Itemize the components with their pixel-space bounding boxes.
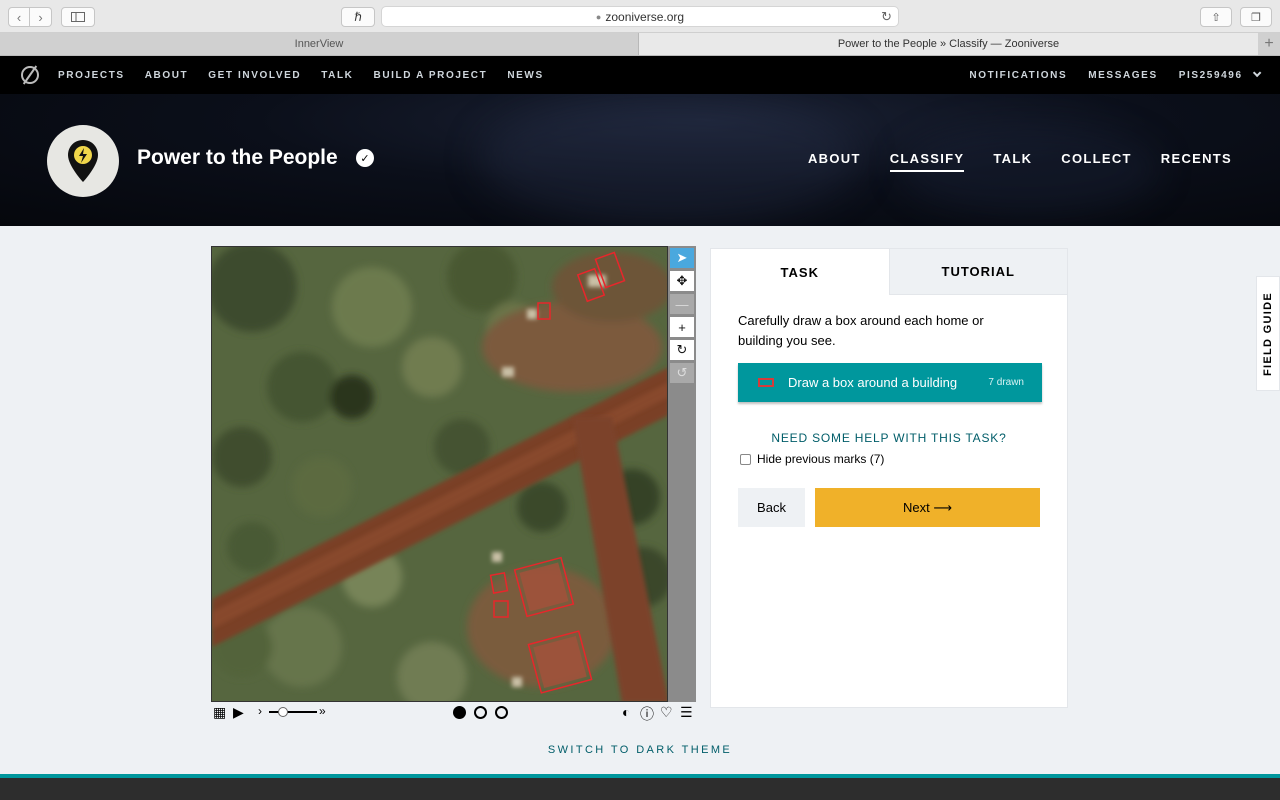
favorite-icon[interactable]: ♡ [660, 704, 673, 721]
pointer-icon[interactable]: ➤ [670, 248, 694, 268]
user-menu[interactable]: PIS259496 [1178, 68, 1262, 81]
tab-strip: InnerView Power to the People » Classify… [0, 33, 1280, 56]
url-text: zooniverse.org [605, 9, 685, 24]
project-nav-about[interactable]: ABOUT [808, 151, 861, 172]
speed-slider-handle[interactable] [278, 707, 288, 717]
zooniverse-logo-icon[interactable] [21, 66, 39, 84]
rotate-icon[interactable]: ↻ [670, 340, 694, 360]
draw-box-tool-button[interactable]: Draw a box around a building 7 drawn [738, 363, 1042, 402]
play-icon[interactable]: ▶ [233, 704, 244, 721]
grid-icon[interactable]: ▦ [213, 704, 226, 721]
zoom-in-icon[interactable]: + [670, 317, 694, 337]
info-icon[interactable]: ⓘ [640, 704, 654, 724]
subject-image[interactable] [211, 246, 668, 702]
tool-count: 7 drawn [988, 377, 1024, 388]
nav-notifications[interactable]: NOTIFICATIONS [969, 70, 1067, 81]
project-header: Power to the People ✓ ABOUT CLASSIFY TAL… [0, 94, 1280, 226]
lock-icon: ● [595, 11, 602, 22]
share-icon[interactable]: ⇧ [1200, 7, 1232, 27]
frame-controls: ▦ ▶ › » ◐ ⓘ ♡ ☰ [211, 702, 697, 722]
project-nav-classify[interactable]: CLASSIFY [889, 151, 965, 172]
site-nav: PROJECTS ABOUT GET INVOLVED TALK BUILD A… [0, 56, 1280, 94]
field-guide-label: FIELD GUIDE [1262, 291, 1274, 376]
hide-marks-label: Hide previous marks (7) [757, 452, 885, 466]
tab-tutorial[interactable]: TUTORIAL [888, 249, 1067, 295]
project-nav: ABOUT CLASSIFY TALK COLLECT RECENTS [779, 151, 1232, 172]
sidebar-toggle-icon[interactable] [61, 7, 95, 27]
frame-dot-1[interactable] [453, 706, 466, 719]
browser-toolbar: ‹ › ℏ ● zooniverse.org ↻ ⇧ ❐ [0, 0, 1280, 33]
nav-get-involved[interactable]: GET INVOLVED [208, 70, 301, 81]
nav-about[interactable]: ABOUT [145, 70, 189, 81]
map-pin-icon [68, 140, 98, 182]
task-instruction: Carefully draw a box around each home or… [738, 313, 984, 348]
project-avatar[interactable] [47, 125, 119, 197]
project-title[interactable]: Power to the People [137, 146, 338, 170]
aerial-photo [212, 247, 667, 701]
verified-badge-icon: ✓ [356, 149, 374, 167]
viewer-toolbar: ➤ ✥ — + ↻ ↺ [668, 246, 696, 702]
back-button[interactable]: Back [738, 488, 805, 527]
project-nav-recents[interactable]: RECENTS [1161, 151, 1232, 172]
project-nav-talk[interactable]: TALK [993, 151, 1032, 172]
back-arrow-icon[interactable]: ‹ [8, 7, 30, 27]
switch-theme-link[interactable]: SWITCH TO DARK THEME [0, 744, 1280, 756]
tab-overview-icon[interactable]: ❐ [1240, 7, 1272, 27]
rectangle-tool-icon [758, 378, 774, 387]
help-link[interactable]: NEED SOME HELP WITH THIS TASK? [711, 431, 1067, 445]
speed-slider-track[interactable] [269, 711, 317, 713]
site-footer [0, 774, 1280, 800]
chevron-down-icon [1252, 68, 1262, 77]
address-bar[interactable]: ● zooniverse.org ↻ [381, 6, 899, 27]
tab-task[interactable]: TASK [711, 249, 889, 295]
nav-projects[interactable]: PROJECTS [58, 70, 125, 81]
frame-dot-2[interactable] [474, 706, 487, 719]
hide-marks-toggle[interactable]: Hide previous marks (7) [740, 452, 884, 466]
username: PIS259496 [1178, 69, 1243, 81]
pan-icon[interactable]: ✥ [670, 271, 694, 291]
nav-build-a-project[interactable]: BUILD A PROJECT [374, 70, 488, 81]
reload-icon[interactable]: ↻ [881, 9, 892, 25]
next-button[interactable]: Next ⟶ [815, 488, 1040, 527]
browser-tab-zooniverse[interactable]: Power to the People » Classify — Zoonive… [639, 33, 1258, 55]
nav-talk[interactable]: TALK [321, 70, 353, 81]
reset-icon[interactable]: ↺ [670, 363, 694, 383]
extension-icon[interactable]: ℏ [341, 7, 375, 27]
slow-speed-icon[interactable]: › [258, 704, 262, 718]
forward-arrow-icon[interactable]: › [30, 7, 52, 27]
tool-label: Draw a box around a building [788, 375, 958, 390]
fast-speed-icon[interactable]: » [319, 704, 326, 718]
hide-marks-checkbox[interactable] [740, 453, 751, 465]
new-tab-icon[interactable]: + [1258, 33, 1280, 55]
browser-tab-innerview[interactable]: InnerView [0, 33, 639, 55]
zoom-out-icon[interactable]: — [670, 294, 694, 314]
project-nav-collect[interactable]: COLLECT [1061, 151, 1131, 172]
collections-list-icon[interactable]: ☰ [680, 704, 693, 721]
field-guide-tab[interactable]: FIELD GUIDE [1256, 276, 1280, 391]
invert-icon[interactable]: ◐ [622, 704, 630, 720]
nav-messages[interactable]: MESSAGES [1088, 70, 1157, 81]
nav-news[interactable]: NEWS [507, 70, 543, 81]
task-panel: TASK TUTORIAL Carefully draw a box aroun… [710, 248, 1068, 708]
frame-dot-3[interactable] [495, 706, 508, 719]
